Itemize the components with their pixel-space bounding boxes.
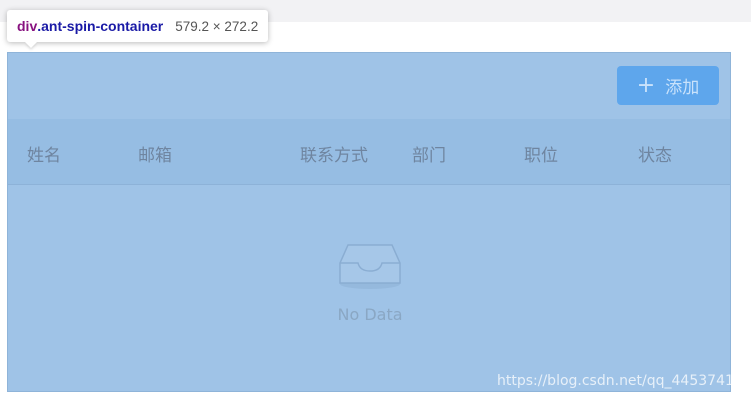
empty-state: No Data <box>298 239 442 324</box>
tooltip-arrow <box>25 42 37 48</box>
column-header-department[interactable]: 部门 <box>412 141 446 166</box>
add-button-label: 添加 <box>665 78 700 98</box>
column-header-contact[interactable]: 联系方式 <box>300 141 368 166</box>
watermark: https://blog.csdn.net/qq_44537414 <box>497 373 743 389</box>
add-button[interactable]: + 添加 <box>617 66 719 105</box>
tooltip-size: 579.2 × 272.2 <box>175 18 259 34</box>
column-header-email[interactable]: 邮箱 <box>138 141 172 166</box>
empty-text: No Data <box>337 305 403 324</box>
spin-container: + 添加 姓名 邮箱 联系方式 部门 职位 状态 No Data <box>7 52 731 392</box>
column-header-name[interactable]: 姓名 <box>27 141 61 166</box>
table-header: 姓名 邮箱 联系方式 部门 职位 状态 <box>8 119 730 185</box>
tooltip-tag: div <box>17 18 38 34</box>
tooltip-class: .ant-spin-container <box>37 18 164 34</box>
inspector-tooltip: div .ant-spin-container 579.2 × 272.2 <box>7 10 269 48</box>
inbox-icon <box>339 244 401 289</box>
column-header-position[interactable]: 职位 <box>524 141 558 166</box>
plus-icon: + <box>636 72 656 98</box>
column-header-status[interactable]: 状态 <box>638 141 672 166</box>
